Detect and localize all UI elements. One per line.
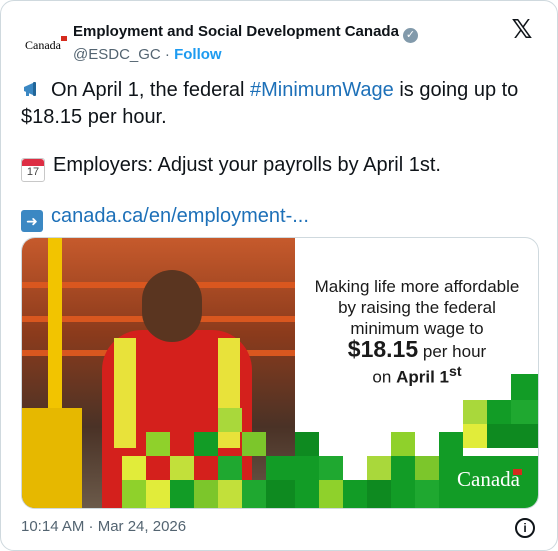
mosaic-tile	[266, 456, 295, 480]
mosaic-tile	[367, 456, 391, 480]
author-handle[interactable]: @ESDC_GC	[73, 46, 161, 63]
avatar[interactable]: Canada	[21, 23, 67, 67]
mosaic-tile	[463, 400, 487, 424]
mosaic-tile	[146, 432, 170, 456]
tweet-line2-text: Employers: Adjust your payrolls by April…	[53, 154, 441, 176]
mosaic-tile	[391, 432, 415, 456]
mosaic-tile	[194, 480, 218, 508]
tweet-body: On April 1, the federal #MinimumWage is …	[21, 77, 537, 232]
megaphone-icon	[21, 78, 43, 100]
mosaic-tile	[343, 480, 367, 508]
media-date-line: on April 1st	[312, 362, 522, 388]
mosaic-tile	[511, 424, 538, 448]
mosaic-tile	[218, 480, 242, 508]
mosaic-tile	[242, 480, 266, 508]
x-logo-icon[interactable]: 𝕏	[511, 17, 533, 43]
mosaic-tile	[170, 456, 194, 480]
info-icon[interactable]: i	[515, 518, 535, 538]
worker-vest	[114, 338, 136, 448]
media-date-sup: st	[448, 364, 462, 380]
media-amount: $18.15	[347, 336, 419, 362]
mosaic-tile	[367, 480, 391, 508]
media-headline: Making life more affordable by raising t…	[312, 276, 522, 388]
mosaic-tile	[122, 456, 146, 480]
mosaic-tile	[218, 408, 242, 432]
mosaic-tile	[415, 456, 439, 480]
mosaic-tile	[391, 456, 415, 508]
mosaic-tile	[295, 456, 319, 508]
mosaic-tile	[242, 432, 266, 456]
media-amount-line: $18.15 per hour	[312, 336, 522, 362]
external-link[interactable]: canada.ca/en/employment-...	[51, 205, 309, 227]
author-display-name[interactable]: Employment and Social Development Canada	[73, 23, 399, 40]
mosaic-tile	[170, 480, 194, 508]
mosaic-tile	[463, 424, 487, 448]
mosaic-tile	[415, 480, 439, 508]
mosaic-tile	[295, 432, 319, 456]
tweet-timestamp[interactable]: 10:14 AM · Mar 24, 2026	[21, 518, 186, 535]
calendar-icon: 17	[21, 158, 45, 182]
worker-photo	[22, 238, 295, 508]
follow-button[interactable]: Follow	[174, 46, 222, 63]
mosaic-tile	[122, 480, 146, 508]
avatar-wordmark: Canada	[25, 35, 67, 52]
tweet-media-image[interactable]: Making life more affordable by raising t…	[21, 237, 539, 509]
tweet-line-link: ➜ canada.ca/en/employment-...	[21, 203, 537, 232]
mosaic-tile	[218, 456, 242, 480]
mosaic-tile	[487, 424, 511, 448]
media-headline-text: Making life more affordable by raising t…	[314, 277, 520, 338]
mosaic-tile	[487, 400, 511, 424]
tweet-line-wage: On April 1, the federal #MinimumWage is …	[21, 77, 537, 131]
mosaic-tile	[319, 456, 343, 480]
media-per-hour: per hour	[418, 342, 487, 361]
worker-head	[142, 270, 202, 342]
canada-wordmark: Canada	[457, 467, 522, 491]
verified-badge-icon: ✓	[402, 28, 418, 43]
right-arrow-icon: ➜	[21, 210, 43, 232]
tweet-footer: 10:14 AM · Mar 24, 2026 i	[21, 518, 537, 538]
mosaic-tile	[511, 400, 538, 424]
author-name[interactable]: Employment and Social Development Canada…	[73, 23, 418, 43]
hashtag-link[interactable]: #MinimumWage	[250, 79, 394, 101]
tweet-header: Canada Employment and Social Development…	[21, 15, 539, 67]
tweet-card: Canada Employment and Social Development…	[0, 0, 558, 551]
media-date: April 1	[396, 367, 449, 387]
forklift-body	[22, 408, 82, 508]
tweet-line1-prefix: On April 1, the federal	[51, 79, 251, 101]
meta-separator: ·	[164, 46, 170, 63]
mosaic-tile	[194, 432, 218, 456]
mosaic-tile	[319, 480, 343, 508]
media-on-prefix: on	[372, 367, 397, 387]
mosaic-tile	[146, 480, 170, 508]
mosaic-tile	[266, 480, 295, 508]
mosaic-tile	[439, 432, 463, 456]
mosaic-tile	[511, 374, 538, 400]
tweet-line-employers: 17 Employers: Adjust your payrolls by Apr…	[21, 152, 537, 182]
author-meta: @ESDC_GC · Follow	[73, 46, 222, 63]
